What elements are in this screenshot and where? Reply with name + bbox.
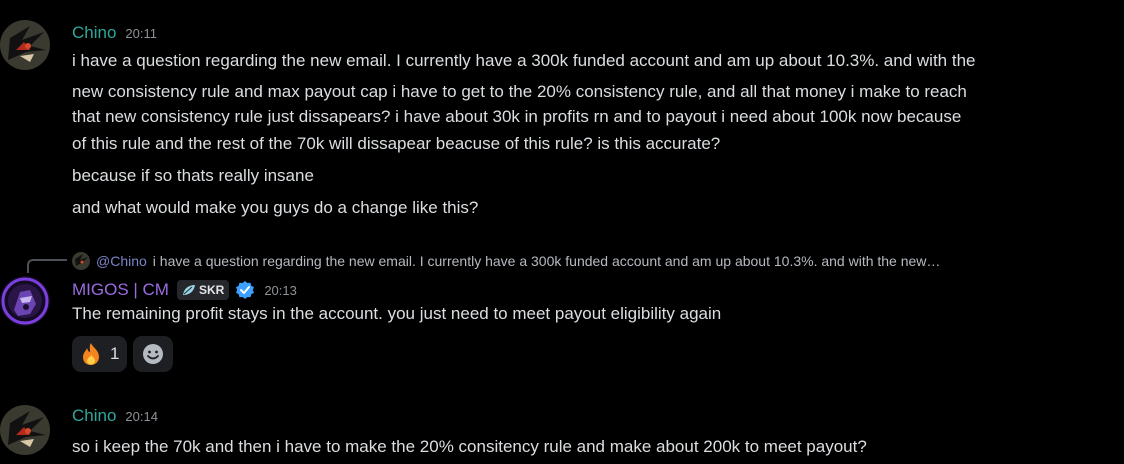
avatar-migos[interactable]	[0, 276, 50, 326]
username[interactable]: Chino	[72, 23, 116, 43]
verified-badge-icon[interactable]	[235, 280, 255, 300]
reply-avatar	[72, 252, 90, 270]
timestamp[interactable]: 20:14	[125, 409, 158, 424]
fire-icon	[83, 343, 99, 365]
message-line: so i keep the 70k and then i have to mak…	[72, 437, 867, 456]
avatar-chino[interactable]	[0, 405, 50, 455]
reply-preview-text[interactable]: i have a question regarding the new emai…	[153, 253, 941, 269]
timestamp[interactable]: 20:11	[125, 26, 157, 41]
avatar-chino[interactable]	[0, 20, 50, 70]
message-line: i have a question regarding the new emai…	[72, 51, 976, 70]
add-reaction-button[interactable]	[133, 336, 174, 372]
reply-preview[interactable]: @Chino i have a question regarding the n…	[72, 251, 940, 271]
message-line: of this rule and the rest of the 70k wil…	[72, 134, 721, 153]
timestamp[interactable]: 20:13	[264, 283, 297, 298]
guild-tag-label: SKR	[198, 283, 225, 297]
leaf-icon	[182, 285, 195, 295]
guild-tag[interactable]: SKR	[176, 280, 230, 300]
message-line: because if so thats really insane	[72, 166, 314, 185]
username[interactable]: Chino	[72, 406, 116, 426]
reaction-fire[interactable]: 1	[72, 336, 128, 372]
reply-mention[interactable]: @Chino	[96, 253, 147, 269]
reaction-count: 1	[110, 344, 120, 363]
username[interactable]: MIGOS | CM	[72, 280, 169, 300]
reply-connector	[27, 259, 67, 273]
reactions-bar: 1	[72, 336, 174, 372]
message-line: The remaining profit stays in the accoun…	[72, 304, 722, 323]
smiley-icon	[143, 344, 164, 364]
message-line: and what would make you guys do a change…	[72, 198, 479, 217]
